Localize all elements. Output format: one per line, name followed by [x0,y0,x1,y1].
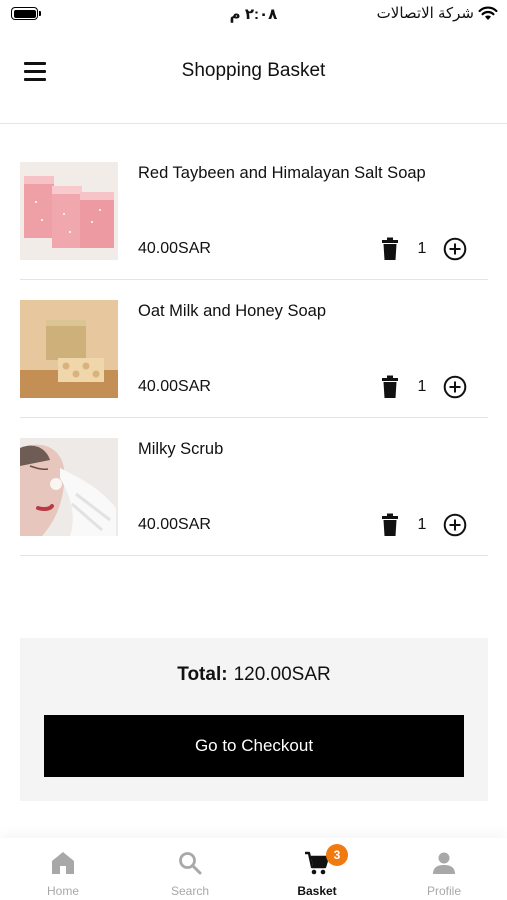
plus-circle-icon[interactable] [443,513,467,537]
order-summary: Total: 120.00SAR Go to Checkout [20,638,488,801]
total-value: 120.00SAR [233,664,331,685]
cart-count-badge: 3 [326,844,348,866]
search-icon [179,852,202,875]
page-title: Shopping Basket [181,60,326,81]
nav-item-basket[interactable]: 3 Basket [254,838,380,900]
nav-label: Search [170,884,210,898]
nav-label: Profile [426,884,461,898]
basket-item: Red Taybeen and Himalayan Salt Soap 40.0… [20,142,488,280]
item-name[interactable]: Red Taybeen and Himalayan Salt Soap [138,164,426,183]
product-image-honey-soap[interactable] [20,300,118,398]
basket-item: Oat Milk and Honey Soap 40.00SAR 1 [20,280,488,418]
trash-icon[interactable] [381,237,399,261]
carrier-name: شركة الاتصالات [376,5,474,22]
plus-circle-icon[interactable] [443,375,467,399]
home-icon [52,852,74,874]
nav-label: Home [46,884,79,898]
basket-item: Milky Scrub 40.00SAR 1 [20,418,488,556]
nav-item-search[interactable]: Search [127,838,253,900]
plus-circle-icon[interactable] [443,237,467,261]
nav-item-profile[interactable]: Profile [381,838,507,900]
item-name[interactable]: Milky Scrub [138,440,223,459]
nav-item-home[interactable]: Home [0,838,126,900]
basket-list: Red Taybeen and Himalayan Salt Soap 40.0… [20,142,488,556]
quantity-value: 1 [417,516,427,533]
nav-label: Basket [297,884,337,898]
product-image-face-scrub[interactable] [20,438,118,536]
total-row: Total: 120.00SAR [20,664,488,686]
product-image-pink-soap[interactable] [20,162,118,260]
total-label: Total: [177,664,228,685]
item-price: 40.00SAR [138,240,211,257]
quantity-value: 1 [417,378,427,395]
item-price: 40.00SAR [138,378,211,395]
item-price: 40.00SAR [138,516,211,533]
status-bar: ٢:٠٨ م شركة الاتصالات [0,0,507,30]
item-name[interactable]: Oat Milk and Honey Soap [138,302,326,321]
checkout-button[interactable]: Go to Checkout [44,715,464,777]
trash-icon[interactable] [381,513,399,537]
trash-icon[interactable] [381,375,399,399]
quantity-value: 1 [417,240,427,257]
person-icon [433,852,455,874]
header: Shopping Basket [0,40,507,124]
bottom-nav: Home Search 3 Basket Profile [0,838,507,900]
wifi-icon [478,6,498,20]
status-right: شركة الاتصالات [377,4,498,22]
